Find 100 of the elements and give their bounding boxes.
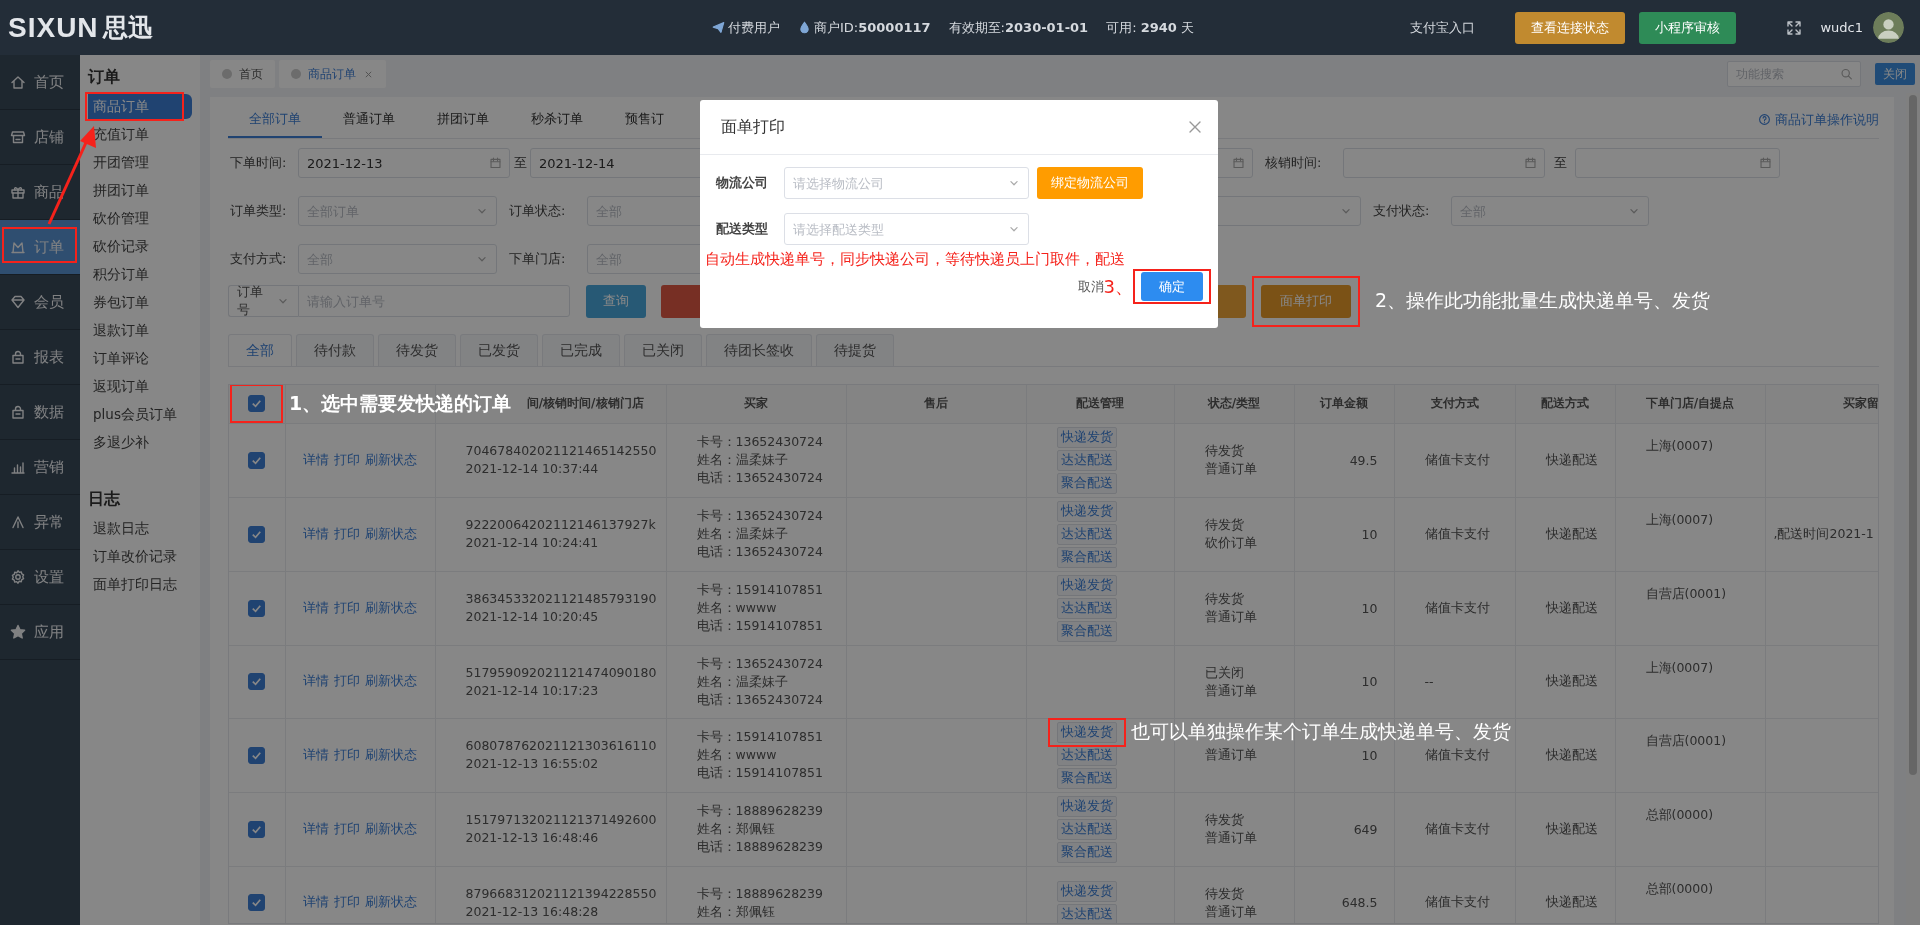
account-info: 有效期至:2030-01-01 <box>948 18 1089 37</box>
order-number: 704678402021121465142550 <box>465 442 658 460</box>
order-status: 待发货 <box>1204 442 1245 460</box>
logo-text: 思迅 <box>102 12 153 44</box>
column-header: 配送管理 <box>1076 396 1124 411</box>
buyer-info: 卡号：13652430724 <box>696 507 824 525</box>
store-name: 上海(0007) <box>1645 437 1714 453</box>
order-status: 已关闭 <box>1204 663 1245 682</box>
filter-label: 下单时间: <box>230 154 288 172</box>
payment-method: 储值卡支付 <box>1424 599 1490 615</box>
payment-method: -- <box>1424 674 1434 689</box>
shipping-method: 快递配送 <box>1545 746 1598 762</box>
filter-label: 下单门店: <box>508 250 567 268</box>
buyer-info: 姓名：wwww <box>696 746 778 764</box>
store-name: 总部(0000) <box>1645 806 1714 822</box>
order-amount: 10 <box>1361 747 1378 763</box>
order-number: 608078762021121303616110 <box>465 737 658 755</box>
annotation-text: 也可以单独操作某个订单生成快递单号、发货 <box>1130 719 1511 744</box>
filter-label: 订单类型: <box>230 202 288 220</box>
order-number: 151797132021121371492600 <box>465 811 658 829</box>
buyer-info: 电话：15914107851 <box>696 764 824 782</box>
buyer-info: 姓名：温柔妹子 <box>696 451 789 469</box>
dialog-title: 面单打印 <box>721 116 785 138</box>
order-number: 517959092021121474090180 <box>465 663 658 682</box>
section-title: 订单 <box>88 67 121 88</box>
column-header: 买家 <box>744 396 768 411</box>
account-info: 可用: 2940 天 <box>1106 18 1194 37</box>
buyer-info: 电话：13652430724 <box>696 690 824 709</box>
column-header: 间/核销时间/核销门店 <box>526 396 644 411</box>
order-status: 普通订单 <box>1204 681 1258 700</box>
shipping-method: 快递配送 <box>1545 894 1598 909</box>
order-time: 2021-12-13 16:48:28 <box>465 902 600 921</box>
store-name: 上海(0007) <box>1645 659 1714 675</box>
annotation-text: 2、操作此功能批量生成快递单号、发货 <box>1375 288 1711 313</box>
column-header: 状态/类型 <box>1207 396 1261 411</box>
column-header: 买家留 <box>1843 396 1878 411</box>
account-info: 商户ID:50000117 <box>814 18 931 37</box>
store-name: 总部(0000) <box>1645 880 1714 896</box>
payment-method: 储值卡支付 <box>1424 525 1490 541</box>
order-number: 92220064202112146137927k <box>465 516 657 534</box>
filter-label: 支付状态: <box>1372 202 1431 220</box>
order-status: 待发货 <box>1204 884 1245 903</box>
filter-label: 支付方式: <box>230 250 288 268</box>
buyer-info: 卡号：15914107851 <box>696 581 824 599</box>
shipping-method: 快递配送 <box>1545 820 1598 836</box>
filter-label: 核销时间: <box>1264 154 1323 172</box>
order-status: 普通订单 <box>1204 746 1258 764</box>
buyer-info: 姓名：温柔妹子 <box>696 525 789 543</box>
column-header: 订单金额 <box>1320 396 1368 411</box>
buyer-info: 电话：13652430724 <box>696 543 824 561</box>
order-time: 2021-12-14 10:24:41 <box>465 534 600 552</box>
store-name: 上海(0007) <box>1645 511 1714 527</box>
buyer-info: 卡号：13652430724 <box>696 433 824 451</box>
store-name: 自营店(0001) <box>1645 585 1727 601</box>
order-status: 普通订单 <box>1204 608 1258 626</box>
order-number: 879668312021121394228550 <box>465 884 658 903</box>
order-status: 普通订单 <box>1204 829 1258 847</box>
order-status: 普通订单 <box>1204 902 1258 921</box>
step-number: 3、 <box>1103 274 1133 299</box>
buyer-info: 姓名：郑佩钰 <box>696 902 776 921</box>
shipping-method: 快递配送 <box>1545 599 1598 615</box>
order-amount: 10 <box>1361 600 1378 616</box>
buyer-info: 姓名：温柔妹子 <box>696 672 789 691</box>
buyer-info: 卡号：18889628239 <box>696 802 824 820</box>
order-time: 2021-12-14 10:37:44 <box>465 460 600 478</box>
buyer-info: 卡号：13652430724 <box>696 654 824 673</box>
order-status: 待发货 <box>1204 811 1245 829</box>
filter-label: 订单状态: <box>508 202 567 220</box>
order-amount: 648.5 <box>1341 895 1378 910</box>
range-separator: 至 <box>512 154 528 172</box>
column-header: 售后 <box>924 396 948 411</box>
store-name: 自营店(0001) <box>1645 732 1727 748</box>
column-header: 下单门店/自提点 <box>1645 396 1735 411</box>
buyer-info: 电话：13652430724 <box>696 469 824 487</box>
column-header: 支付方式 <box>1430 396 1479 411</box>
shipping-method: 快递配送 <box>1545 673 1598 688</box>
order-status: 普通订单 <box>1204 460 1258 478</box>
order-status: 砍价订单 <box>1204 534 1258 552</box>
order-amount: 49.5 <box>1349 452 1378 468</box>
account-info: 付费用户 <box>728 18 780 37</box>
column-header: 配送方式 <box>1541 396 1589 411</box>
range-separator: 至 <box>1552 154 1568 172</box>
logo-text: SIXUN <box>8 11 99 44</box>
order-amount: 10 <box>1361 526 1378 542</box>
buyer-info: 电话：18889628239 <box>696 838 824 856</box>
shipping-method: 快递配送 <box>1545 451 1598 467</box>
payment-method: 储值卡支付 <box>1424 894 1490 909</box>
order-time: 2021-12-13 16:55:02 <box>465 755 600 773</box>
payment-method: 储值卡支付 <box>1424 820 1490 836</box>
order-amount: 649 <box>1353 821 1378 837</box>
payment-method: 储值卡支付 <box>1424 746 1490 762</box>
order-time: 2021-12-14 10:20:45 <box>465 608 600 626</box>
buyer-info: 姓名：wwww <box>696 599 778 617</box>
shipping-method: 快递配送 <box>1545 525 1598 541</box>
order-status: 待发货 <box>1204 516 1245 534</box>
order-status: 待发货 <box>1204 590 1245 608</box>
buyer-info: 姓名：郑佩钰 <box>696 820 776 838</box>
order-amount: 10 <box>1361 674 1378 689</box>
annotation-text: 1、选中需要发快递的订单 <box>289 390 512 416</box>
section-title: 日志 <box>88 489 121 510</box>
